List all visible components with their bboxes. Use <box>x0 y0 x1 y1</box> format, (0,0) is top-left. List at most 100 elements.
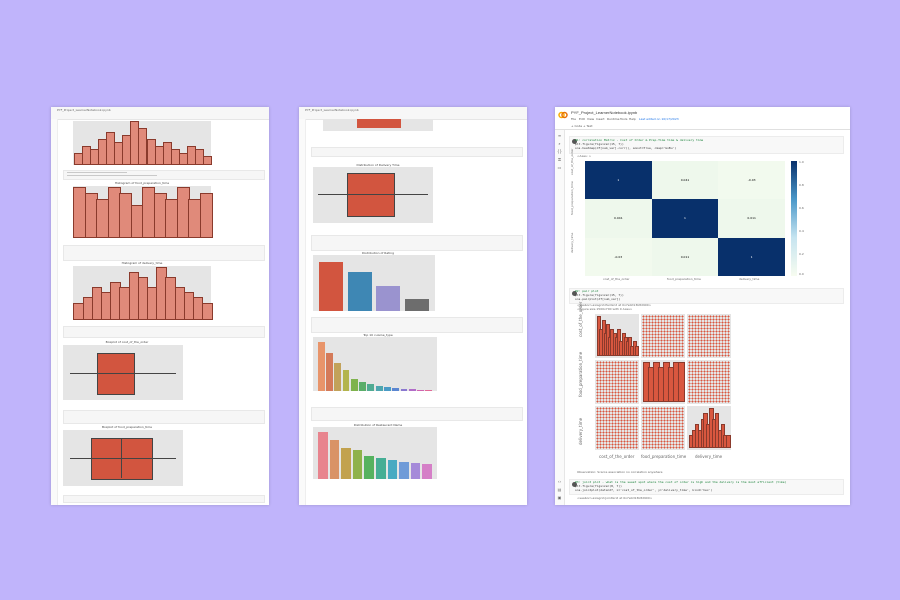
pairplot-scatter <box>595 360 639 404</box>
heatmap-cell: -0.03 <box>585 237 652 276</box>
code-cell-heatmap[interactable]: #1: correlation Matrix - Cost of Order &… <box>569 136 844 154</box>
bar <box>334 363 342 391</box>
terminal-icon[interactable]: ▣ <box>557 496 562 500</box>
pairplot-hist <box>641 360 685 404</box>
bar <box>425 390 433 391</box>
page-2-sidebar <box>299 119 306 505</box>
chart-title-2: Histogram of food_preparation_time <box>114 181 170 185</box>
whisker <box>70 373 176 374</box>
bar <box>342 370 350 391</box>
notebook-title[interactable]: PYF_Project_LearnerNotebook.ipynb <box>571 110 637 115</box>
bar <box>341 447 351 479</box>
folder-icon[interactable]: ▭ <box>557 166 562 170</box>
menu-help[interactable]: Help <box>629 117 636 121</box>
pairplot-hist <box>595 314 639 358</box>
code-snippets-icon[interactable]: ‹› <box>557 480 562 484</box>
menu-icon[interactable]: ≡ <box>557 134 562 138</box>
bar <box>410 462 421 479</box>
menu-insert[interactable]: Insert <box>596 117 605 121</box>
code-line <box>67 175 157 176</box>
code-cell[interactable] <box>63 326 265 338</box>
pairplot-scatter <box>687 314 731 358</box>
chart-title-5: Boxplot of food_preparation_time <box>101 425 152 429</box>
heatmap-col-label: cost_of_the_order <box>603 277 630 281</box>
bar <box>199 192 213 238</box>
pairplot-scatter <box>687 360 731 404</box>
menu-view[interactable]: View <box>587 117 594 121</box>
bar <box>317 431 328 479</box>
bar <box>404 298 429 311</box>
bar <box>408 389 416 391</box>
menu-edit[interactable]: Edit <box>579 117 585 121</box>
observation-text: Observation: Scarce association no corre… <box>577 470 663 474</box>
bar <box>399 461 409 479</box>
code-icon[interactable]: {} <box>557 150 562 154</box>
bar <box>392 388 400 391</box>
bar <box>678 362 685 402</box>
code-line <box>67 172 127 173</box>
code-cell[interactable] <box>63 410 265 424</box>
histogram-delivery-time <box>73 266 213 320</box>
bar <box>634 345 639 356</box>
colorbar-tick: 1.0 <box>799 160 804 164</box>
notebook-page-2: PYF_Project_LearnerNotebook.ipynb Distri… <box>299 107 527 505</box>
box <box>91 438 153 480</box>
code-cell[interactable] <box>63 245 265 261</box>
key-icon[interactable]: ⚿ <box>557 158 562 162</box>
pairplot-y-label: food_preparation_time <box>578 351 583 397</box>
heatmap-row-label: delivery_time <box>570 232 574 253</box>
code-cell[interactable] <box>63 495 265 503</box>
box <box>97 353 135 395</box>
pairplot-scatter <box>595 406 639 450</box>
heatmap-row-label: food_preparation_time <box>570 181 574 215</box>
search-icon[interactable]: ⌕ <box>557 142 562 146</box>
menu-tools[interactable]: Tools <box>620 117 627 121</box>
heatmap-col-label: delivery_time <box>739 277 760 281</box>
menu-runtime[interactable]: Runtime <box>607 117 620 121</box>
command-palette-icon[interactable]: ▤ <box>557 488 562 492</box>
heatmap-cell: 1 <box>718 237 785 276</box>
code-cell-pairplot[interactable]: #2: pair plot plt.figure(figsize=(15, 7)… <box>569 288 844 304</box>
page-2-title: PYF_Project_LearnerNotebook.ipynb <box>305 108 359 112</box>
correlation-heatmap: 1 0.041 -0.03 0.041 1 0.011 -0.03 0.011 … <box>585 161 785 276</box>
bar <box>375 458 386 479</box>
notebook-page-1: PYF_Project_LearnerNotebook.ipynb Histog… <box>51 107 269 505</box>
heatmap-row-label: cost_of_the_order <box>570 148 574 175</box>
pairplot-y-label: cost_of_the_order <box>578 301 583 337</box>
bar <box>325 353 333 391</box>
chart-title-4: Boxplot of cost_of_the_order <box>105 340 149 344</box>
code-cell[interactable] <box>311 235 523 251</box>
cell-output: <seaborn.axisgrid.JointGrid at 0x7e0d13b… <box>577 496 653 500</box>
bar <box>400 388 408 391</box>
colab-logo-icon <box>558 111 568 119</box>
colorbar-tick: 0.0 <box>799 272 804 276</box>
page-1-title: PYF_Project_LearnerNotebook.ipynb <box>57 108 111 112</box>
bar <box>329 440 340 479</box>
bar <box>387 460 398 479</box>
colab-notebook-page: PYF_Project_LearnerNotebook.ipynb File E… <box>555 107 850 505</box>
boxplot-delivery-time <box>313 167 433 223</box>
pairplot-scatter <box>641 406 685 450</box>
box <box>357 119 401 128</box>
code-cell-jointplot[interactable]: #3: joint plot - what is the sweet spot … <box>569 479 844 495</box>
bar <box>202 302 213 320</box>
bar <box>364 456 375 479</box>
menu-file[interactable]: File <box>571 117 576 121</box>
bar <box>726 435 731 448</box>
heatmap-cell: 1 <box>585 161 652 200</box>
heatmap-cell: 0.041 <box>651 161 719 200</box>
boxplot-food-preparation-time <box>63 430 183 486</box>
last-edited[interactable]: Last edited on 10/17/2023 <box>639 117 679 121</box>
bar <box>383 387 391 391</box>
heatmap-cell: 0.041 <box>585 199 652 238</box>
add-code-button[interactable]: + Code <box>571 124 582 128</box>
colorbar-tick: 0.6 <box>799 206 804 210</box>
code-cell[interactable] <box>311 407 523 421</box>
pairplot-x-label: delivery_time <box>695 454 723 459</box>
pairplot-hist <box>687 406 731 450</box>
pairplot-x-label: food_preparation_time <box>641 454 687 459</box>
boxplot-cost-of-the-order <box>63 345 183 400</box>
code-cell[interactable] <box>311 147 523 157</box>
code-cell[interactable] <box>311 317 523 333</box>
add-text-button[interactable]: + Text <box>583 124 593 128</box>
